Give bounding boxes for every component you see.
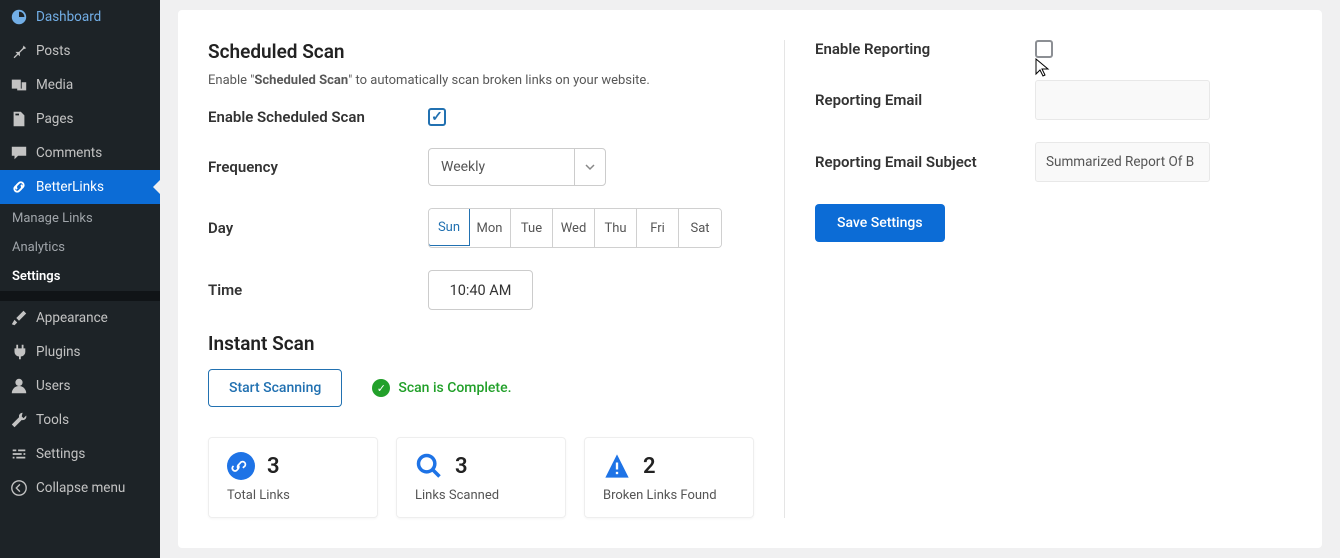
stat-value: 2: [643, 454, 656, 479]
plug-icon: [10, 343, 28, 361]
sidebar-item-plugins[interactable]: Plugins: [0, 335, 160, 369]
sidebar-item-label: Plugins: [36, 344, 81, 360]
stat-broken-links: 2 Broken Links Found: [584, 437, 754, 518]
sidebar-item-label: Dashboard: [36, 9, 101, 25]
sidebar-item-label: BetterLinks: [36, 179, 104, 195]
scan-status: ✓ Scan is Complete.: [372, 379, 511, 397]
cursor-icon: [1035, 58, 1051, 78]
media-icon: [10, 76, 28, 94]
sidebar-item-appearance[interactable]: Appearance: [0, 301, 160, 335]
sidebar-item-tools[interactable]: Tools: [0, 403, 160, 437]
frequency-label: Frequency: [208, 158, 428, 176]
sidebar-item-dashboard[interactable]: Dashboard: [0, 0, 160, 34]
sidebar-item-label: Comments: [36, 145, 102, 161]
wrench-icon: [10, 411, 28, 429]
sidebar-item-betterlinks[interactable]: BetterLinks: [0, 170, 160, 204]
settings-card: Scheduled Scan Enable "Scheduled Scan" t…: [178, 10, 1322, 548]
enable-reporting-checkbox[interactable]: [1035, 40, 1053, 58]
frequency-select[interactable]: Weekly: [428, 148, 606, 186]
day-wed[interactable]: Wed: [553, 209, 595, 247]
comments-icon: [10, 144, 28, 162]
sidebar-item-users[interactable]: Users: [0, 369, 160, 403]
search-icon: [415, 452, 443, 480]
sidebar-sub-settings[interactable]: Settings: [0, 262, 160, 291]
left-column: Scheduled Scan Enable "Scheduled Scan" t…: [208, 40, 785, 518]
day-label: Day: [208, 219, 428, 237]
stat-value: 3: [267, 454, 280, 479]
sidebar-item-comments[interactable]: Comments: [0, 136, 160, 170]
pages-icon: [10, 110, 28, 128]
reporting-email-input[interactable]: [1035, 80, 1210, 120]
time-input[interactable]: 10:40 AM: [428, 270, 533, 310]
sidebar-item-pages[interactable]: Pages: [0, 102, 160, 136]
scheduled-scan-desc: Enable "Scheduled Scan" to automatically…: [208, 73, 754, 88]
sidebar-item-collapse[interactable]: Collapse menu: [0, 471, 160, 505]
scan-stats: 3 Total Links 3 Links Scanned 2: [208, 437, 754, 518]
sidebar-item-label: Appearance: [36, 310, 108, 326]
sliders-icon: [10, 445, 28, 463]
sidebar-item-posts[interactable]: Posts: [0, 34, 160, 68]
link-icon: [227, 452, 255, 480]
stat-value: 3: [455, 454, 468, 479]
enable-scheduled-label: Enable Scheduled Scan: [208, 108, 428, 126]
save-settings-button[interactable]: Save Settings: [815, 204, 945, 242]
day-tue[interactable]: Tue: [511, 209, 553, 247]
sidebar-item-label: Pages: [36, 111, 74, 127]
admin-sidebar: Dashboard Posts Media Pages Comments Bet…: [0, 0, 160, 558]
sidebar-item-label: Users: [36, 378, 70, 394]
collapse-icon: [10, 479, 28, 497]
right-column: Enable Reporting Reporting Email Reporti…: [785, 40, 1292, 518]
enable-scheduled-checkbox[interactable]: [428, 108, 446, 126]
sidebar-item-label: Tools: [36, 412, 69, 428]
sidebar-item-label: Posts: [36, 43, 70, 59]
pin-icon: [10, 42, 28, 60]
day-fri[interactable]: Fri: [637, 209, 679, 247]
sidebar-item-settings[interactable]: Settings: [0, 437, 160, 471]
sidebar-sub-manage-links[interactable]: Manage Links: [0, 204, 160, 233]
brush-icon: [10, 309, 28, 327]
check-icon: ✓: [372, 379, 390, 397]
stat-label: Total Links: [227, 488, 359, 503]
frequency-value: Weekly: [441, 159, 485, 175]
instant-scan-title: Instant Scan: [208, 332, 754, 355]
reporting-subject-input[interactable]: [1035, 142, 1210, 182]
user-icon: [10, 377, 28, 395]
link-icon: [10, 178, 28, 196]
chevron-down-icon: [584, 161, 596, 173]
start-scanning-button[interactable]: Start Scanning: [208, 369, 342, 407]
main-content: Scheduled Scan Enable "Scheduled Scan" t…: [160, 0, 1340, 558]
day-sun[interactable]: Sun: [428, 208, 470, 246]
stat-label: Broken Links Found: [603, 488, 735, 503]
sidebar-sub-analytics[interactable]: Analytics: [0, 233, 160, 262]
time-label: Time: [208, 281, 428, 299]
day-thu[interactable]: Thu: [595, 209, 637, 247]
stat-total-links: 3 Total Links: [208, 437, 378, 518]
stat-label: Links Scanned: [415, 488, 547, 503]
enable-reporting-label: Enable Reporting: [815, 40, 1035, 58]
day-mon[interactable]: Mon: [469, 209, 511, 247]
warning-icon: [603, 452, 631, 480]
day-sat[interactable]: Sat: [679, 209, 721, 247]
scan-status-text: Scan is Complete.: [398, 380, 511, 396]
sidebar-item-label: Settings: [36, 446, 85, 462]
day-picker: Sun Mon Tue Wed Thu Fri Sat: [428, 208, 722, 248]
sidebar-item-label: Media: [36, 77, 73, 93]
scheduled-scan-title: Scheduled Scan: [208, 40, 754, 63]
reporting-email-label: Reporting Email: [815, 91, 1035, 109]
dashboard-icon: [10, 8, 28, 26]
sidebar-item-label: Collapse menu: [36, 480, 125, 496]
reporting-subject-label: Reporting Email Subject: [815, 153, 1035, 171]
stat-links-scanned: 3 Links Scanned: [396, 437, 566, 518]
sidebar-item-media[interactable]: Media: [0, 68, 160, 102]
